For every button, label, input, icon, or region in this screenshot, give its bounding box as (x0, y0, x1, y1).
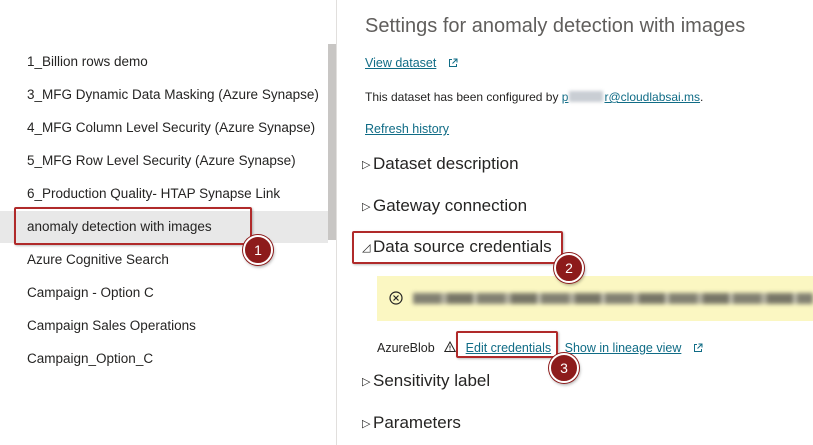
show-in-lineage-view-link[interactable]: Show in lineage view (565, 341, 682, 355)
callout-box-edit-credentials (456, 331, 558, 358)
dataset-item-campaign-sales-operations[interactable]: Campaign Sales Operations (0, 310, 328, 342)
section-gateway-connection[interactable]: ▷ Gateway connection (362, 194, 527, 218)
configured-by-prefix: This dataset has been configured by (365, 90, 562, 104)
caret-right-icon: ▷ (362, 418, 371, 430)
section-dataset-description[interactable]: ▷ Dataset description (362, 152, 519, 176)
section-parameters[interactable]: ▷ Parameters (362, 411, 461, 435)
external-link-icon[interactable] (693, 343, 703, 353)
section-label: Parameters (373, 413, 461, 432)
dataset-item-3-mfg-dynamic-data-masking[interactable]: 3_MFG Dynamic Data Masking (Azure Synaps… (0, 79, 328, 111)
callout-box-dataset-selection (14, 207, 252, 245)
step-badge-1: 1 (243, 235, 273, 265)
dataset-item-5-mfg-row-level-security[interactable]: 5_MFG Row Level Security (Azure Synapse) (0, 145, 328, 177)
dataset-list-scrollbar[interactable] (328, 44, 336, 240)
redacted-error-message (413, 293, 813, 304)
dataset-item-4-mfg-column-level-security[interactable]: 4_MFG Column Level Security (Azure Synap… (0, 112, 328, 144)
redacted-email-blur (569, 91, 604, 102)
email-start: p (561, 90, 569, 104)
error-circle-icon (389, 291, 403, 305)
caret-right-icon: ▷ (362, 159, 371, 171)
page-title: Settings for anomaly detection with imag… (365, 15, 746, 37)
caret-right-icon: ▷ (362, 376, 371, 388)
configured-by-text: This dataset has been configured by p r@c… (365, 90, 703, 104)
external-link-icon[interactable] (448, 58, 458, 68)
section-label: Gateway connection (373, 196, 528, 215)
refresh-history-row: Refresh history (365, 122, 449, 136)
section-sensitivity-label[interactable]: ▷ Sensitivity label (362, 369, 490, 393)
settings-panel: Settings for anomaly detection with imag… (337, 0, 813, 445)
dataset-item-6-production-quality[interactable]: 6_Production Quality- HTAP Synapse Link (0, 178, 328, 210)
warning-triangle-icon (444, 341, 457, 352)
dataset-item-campaign-option-c-underscore[interactable]: Campaign_Option_C (0, 343, 328, 375)
callout-box-data-source-credentials (352, 231, 563, 264)
section-label: Dataset description (373, 154, 519, 173)
data-source-name: AzureBlob (377, 341, 435, 355)
section-label: Sensitivity label (373, 371, 491, 390)
dataset-item-campaign-option-c[interactable]: Campaign - Option C (0, 277, 328, 309)
step-badge-3: 3 (549, 353, 579, 383)
credentials-error-banner (377, 276, 813, 321)
configured-by-email-link[interactable]: p r@cloudlabsai.ms (562, 90, 700, 104)
dataset-item-azure-cognitive-search[interactable]: Azure Cognitive Search (0, 244, 328, 276)
dataset-item-1-billion-rows-demo[interactable]: 1_Billion rows demo (0, 46, 328, 78)
refresh-history-link[interactable]: Refresh history (365, 122, 449, 136)
view-dataset-row: View dataset (365, 56, 458, 70)
email-end: r@cloudlabsai.ms (604, 90, 701, 104)
configured-by-suffix: . (700, 90, 704, 104)
caret-right-icon: ▷ (362, 201, 371, 213)
step-badge-2: 2 (554, 253, 584, 283)
view-dataset-link[interactable]: View dataset (365, 56, 436, 70)
